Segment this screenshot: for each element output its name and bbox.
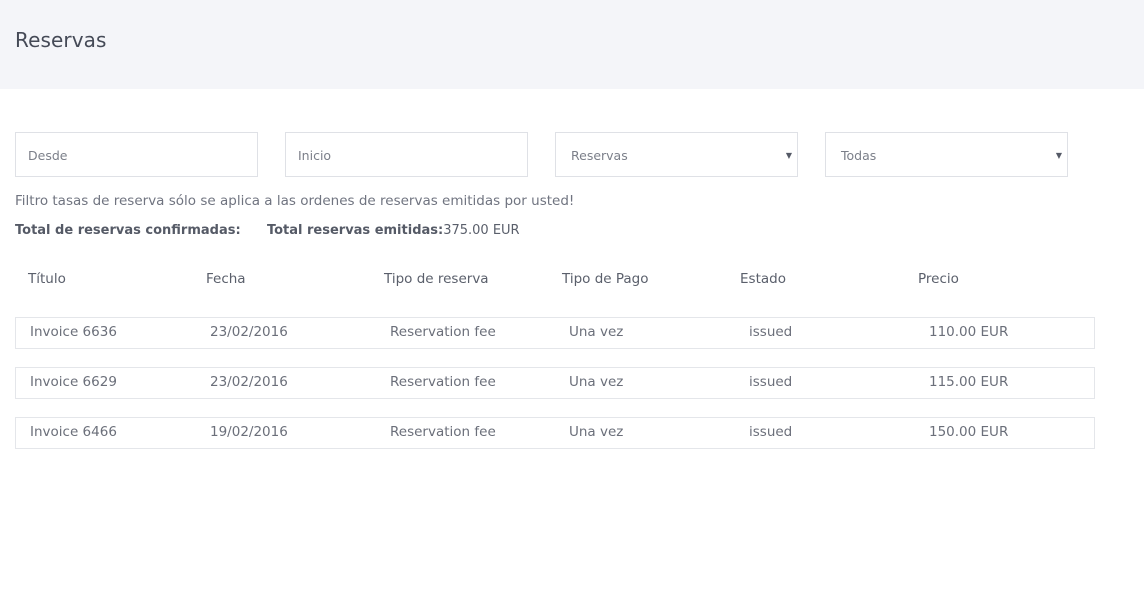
table-row[interactable]: Invoice 6466 19/02/2016 Reservation fee …: [15, 417, 1095, 449]
column-header-status: Estado: [740, 271, 786, 287]
column-header-date: Fecha: [206, 271, 246, 287]
cell-title: Invoice 6466: [30, 424, 117, 440]
cell-payment-type: Una vez: [569, 324, 624, 340]
cell-reservation-type: Reservation fee: [390, 424, 496, 440]
date-from-input[interactable]: [28, 134, 238, 177]
type-select[interactable]: Reservas ▼: [555, 132, 798, 177]
cell-title: Invoice 6629: [30, 374, 117, 390]
status-select-value: Todas: [841, 148, 877, 163]
cell-date: 19/02/2016: [210, 424, 288, 440]
column-header-title: Título: [28, 271, 66, 287]
cell-reservation-type: Reservation fee: [390, 324, 496, 340]
cell-status: issued: [749, 374, 793, 390]
page-header: Reservas: [0, 0, 1144, 89]
cell-price: 110.00 EUR: [929, 324, 1009, 340]
issued-total-value: 375.00 EUR: [443, 223, 520, 238]
chevron-down-icon: ▼: [785, 151, 792, 160]
cell-price: 150.00 EUR: [929, 424, 1009, 440]
type-select-value: Reservas: [571, 148, 628, 163]
totals-summary: Total de reservas confirmadas: Total res…: [15, 223, 520, 238]
status-select[interactable]: Todas ▼: [825, 132, 1068, 177]
table-row[interactable]: Invoice 6636 23/02/2016 Reservation fee …: [15, 317, 1095, 349]
issued-total-label: Total reservas emitidas:: [266, 223, 444, 238]
cell-status: issued: [749, 324, 793, 340]
table-row[interactable]: Invoice 6629 23/02/2016 Reservation fee …: [15, 367, 1095, 399]
cell-reservation-type: Reservation fee: [390, 374, 496, 390]
date-start-input[interactable]: [298, 134, 508, 177]
page-title: Reservas: [15, 28, 107, 52]
filter-notice: Filtro tasas de reserva sólo se aplica a…: [15, 193, 575, 209]
date-start-field[interactable]: [285, 132, 528, 177]
column-header-price: Precio: [918, 271, 959, 287]
chevron-down-icon: ▼: [1055, 151, 1062, 160]
cell-status: issued: [749, 424, 793, 440]
cell-payment-type: Una vez: [569, 424, 624, 440]
cell-date: 23/02/2016: [210, 324, 288, 340]
column-header-reservation-type: Tipo de reserva: [384, 271, 489, 287]
cell-price: 115.00 EUR: [929, 374, 1009, 390]
date-from-field[interactable]: [15, 132, 258, 177]
cell-date: 23/02/2016: [210, 374, 288, 390]
confirmed-total-label: Total de reservas confirmadas:: [15, 223, 241, 238]
cell-title: Invoice 6636: [30, 324, 117, 340]
column-header-payment-type: Tipo de Pago: [562, 271, 649, 287]
cell-payment-type: Una vez: [569, 374, 624, 390]
